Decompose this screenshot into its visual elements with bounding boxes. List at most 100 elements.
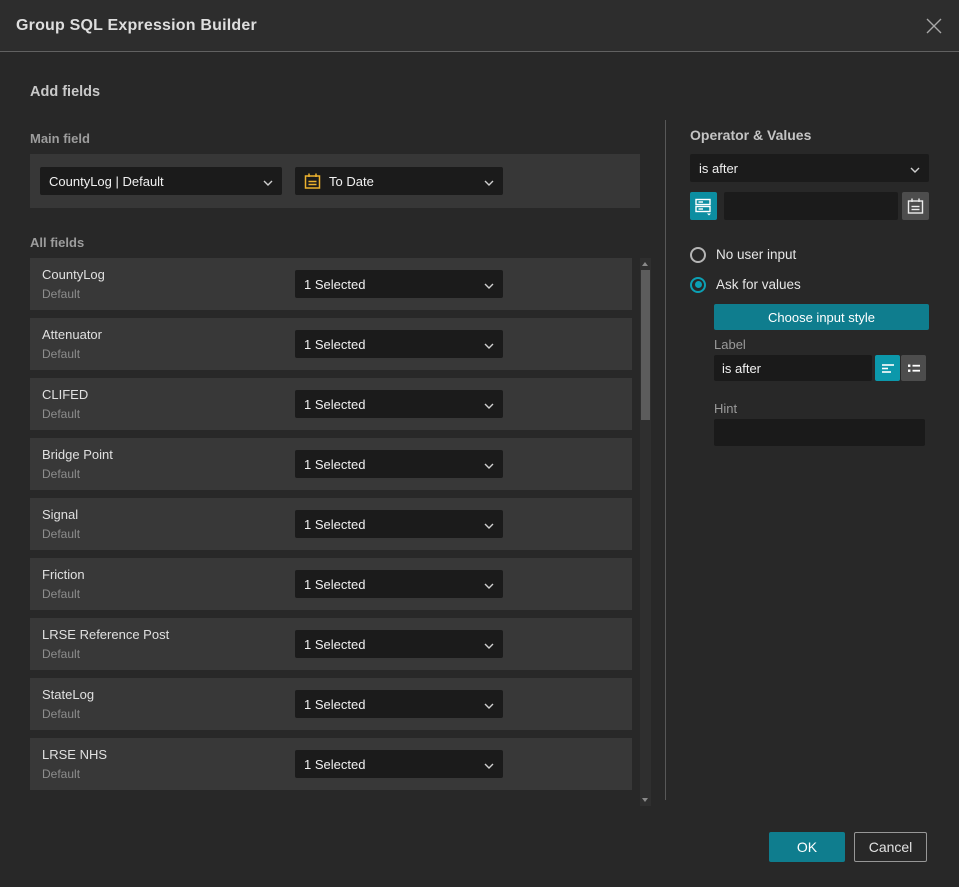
chevron-down-icon xyxy=(484,757,494,772)
ok-button[interactable]: OK xyxy=(769,832,845,862)
field-name: CountyLog xyxy=(42,267,105,282)
label-caption: Label xyxy=(714,337,746,352)
stacked-fields-icon xyxy=(694,196,713,216)
field-selection-select[interactable]: 1 Selected xyxy=(295,270,503,298)
label-input[interactable] xyxy=(714,355,872,381)
scrollbar-thumb[interactable] xyxy=(641,270,650,420)
field-selection-value: 1 Selected xyxy=(304,696,366,712)
field-selection-select[interactable]: 1 Selected xyxy=(295,390,503,418)
field-row: LRSE NHS Default 1 Selected xyxy=(30,738,632,790)
field-selection-value: 1 Selected xyxy=(304,336,366,352)
close-icon[interactable] xyxy=(923,15,945,37)
field-selection-select[interactable]: 1 Selected xyxy=(295,570,503,598)
main-field-date-value: To Date xyxy=(329,173,374,189)
add-fields-heading: Add fields xyxy=(30,84,101,100)
chevron-down-icon xyxy=(484,637,494,652)
dialog-title: Group SQL Expression Builder xyxy=(16,17,257,34)
radio-ask-for-values[interactable]: Ask for values xyxy=(690,276,801,293)
cancel-button[interactable]: Cancel xyxy=(854,832,927,862)
single-line-style-toggle[interactable] xyxy=(875,355,900,381)
fields-list-scrollbar[interactable] xyxy=(640,258,651,806)
field-name: Friction xyxy=(42,567,85,582)
field-row: CLIFED Default 1 Selected xyxy=(30,378,632,430)
field-selection-value: 1 Selected xyxy=(304,756,366,772)
chevron-down-icon xyxy=(484,277,494,292)
field-selection-value: 1 Selected xyxy=(304,576,366,592)
field-name: Bridge Point xyxy=(42,447,113,462)
chevron-down-icon xyxy=(484,337,494,352)
main-field-panel: CountyLog | Default To Date xyxy=(30,154,640,208)
field-row: Friction Default 1 Selected xyxy=(30,558,632,610)
radio-circle-icon xyxy=(690,246,706,263)
field-row: Signal Default 1 Selected xyxy=(30,498,632,550)
group-sql-expression-builder-dialog: Group SQL Expression Builder Add fields … xyxy=(0,0,959,887)
operator-values-heading: Operator & Values xyxy=(690,127,812,143)
field-selection-value: 1 Selected xyxy=(304,396,366,412)
all-fields-heading: All fields xyxy=(30,235,85,250)
chevron-down-icon xyxy=(484,397,494,412)
radio-label: Ask for values xyxy=(716,277,801,292)
field-name: LRSE NHS xyxy=(42,747,108,762)
field-subtitle: Default xyxy=(42,647,81,661)
field-name: StateLog xyxy=(42,687,95,702)
main-field-select[interactable]: CountyLog | Default xyxy=(40,167,282,195)
chevron-down-icon xyxy=(484,577,494,592)
hint-input[interactable] xyxy=(714,419,925,446)
hint-caption: Hint xyxy=(714,401,738,416)
main-field-value-select[interactable]: To Date xyxy=(295,167,503,195)
field-subtitle: Default xyxy=(42,587,81,601)
main-field-heading: Main field xyxy=(30,131,90,146)
field-subtitle: Default xyxy=(42,347,81,361)
field-subtitle: Default xyxy=(42,407,81,421)
field-subtitle: Default xyxy=(42,767,81,781)
field-selection-value: 1 Selected xyxy=(304,456,366,472)
field-selection-select[interactable]: 1 Selected xyxy=(295,450,503,478)
bulleted-list-icon xyxy=(905,359,923,377)
field-subtitle: Default xyxy=(42,467,81,481)
field-type-button[interactable] xyxy=(690,192,717,220)
field-selection-select[interactable]: 1 Selected xyxy=(295,750,503,778)
field-selection-select[interactable]: 1 Selected xyxy=(295,690,503,718)
operator-value-input[interactable] xyxy=(724,192,898,220)
field-row: LRSE Reference Post Default 1 Selected xyxy=(30,618,632,670)
calendar-icon xyxy=(304,173,321,190)
field-selection-select[interactable]: 1 Selected xyxy=(295,510,503,538)
field-row: StateLog Default 1 Selected xyxy=(30,678,632,730)
chevron-down-icon xyxy=(263,174,273,189)
operator-select-value: is after xyxy=(699,160,739,176)
scroll-down-icon[interactable] xyxy=(642,798,648,802)
chevron-down-icon xyxy=(484,517,494,532)
calendar-picker-button[interactable] xyxy=(902,192,929,220)
radio-no-user-input[interactable]: No user input xyxy=(690,246,796,263)
field-selection-select[interactable]: 1 Selected xyxy=(295,630,503,658)
radio-label: No user input xyxy=(716,247,797,262)
field-selection-value: 1 Selected xyxy=(304,516,366,532)
field-name: LRSE Reference Post xyxy=(42,627,170,642)
align-left-icon xyxy=(879,359,897,377)
list-style-toggle[interactable] xyxy=(901,355,926,381)
field-name: Attenuator xyxy=(42,327,102,342)
field-name: Signal xyxy=(42,507,79,522)
operator-select[interactable]: is after xyxy=(690,154,929,182)
chevron-down-icon xyxy=(484,457,494,472)
field-subtitle: Default xyxy=(42,287,81,301)
chevron-down-icon xyxy=(484,697,494,712)
field-name: CLIFED xyxy=(42,387,89,402)
chevron-down-icon xyxy=(910,161,920,176)
dialog-header: Group SQL Expression Builder xyxy=(0,0,959,52)
field-subtitle: Default xyxy=(42,527,81,541)
chevron-down-icon xyxy=(484,174,494,189)
calendar-icon xyxy=(907,198,924,215)
field-selection-value: 1 Selected xyxy=(304,636,366,652)
field-row: CountyLog Default 1 Selected xyxy=(30,258,632,310)
field-subtitle: Default xyxy=(42,707,81,721)
field-row: Bridge Point Default 1 Selected xyxy=(30,438,632,490)
field-selection-select[interactable]: 1 Selected xyxy=(295,330,503,358)
radio-circle-icon xyxy=(690,276,706,293)
all-fields-list: CountyLog Default 1 Selected Attenuator … xyxy=(30,258,632,798)
choose-input-style-button[interactable]: Choose input style xyxy=(714,304,929,330)
vertical-divider xyxy=(665,120,666,800)
scroll-up-icon[interactable] xyxy=(642,262,648,266)
field-selection-value: 1 Selected xyxy=(304,276,366,292)
field-row: Attenuator Default 1 Selected xyxy=(30,318,632,370)
